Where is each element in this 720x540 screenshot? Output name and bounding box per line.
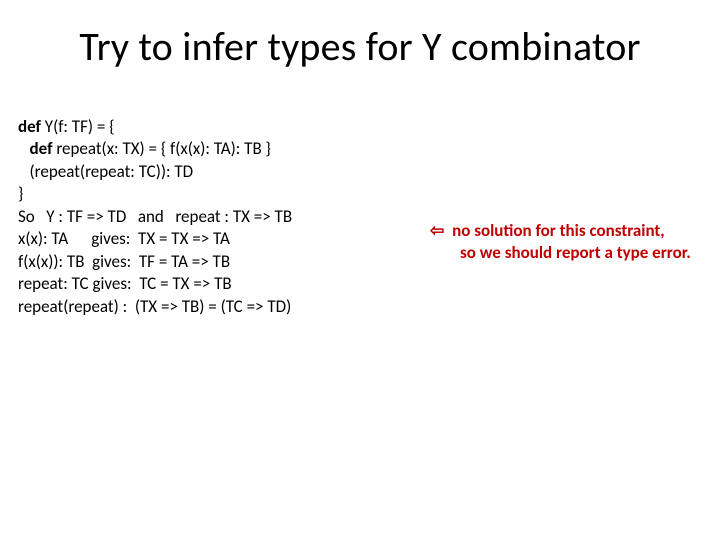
code-line-2: def repeat(x: TX) = { f(x(x): TA): TB } xyxy=(18,138,418,160)
slide-title: Try to infer types for Y combinator xyxy=(0,22,720,71)
code-text: repeat(x: TX) = { f(x(x): TA): TB } xyxy=(56,138,271,159)
code-line-3: (repeat(repeat: TC)): TD xyxy=(18,161,418,183)
code-text: Y(f: TF) = { xyxy=(45,116,115,137)
slide: Try to infer types for Y combinator def … xyxy=(0,0,720,540)
annotation-note: ⇦ no solution for this constraint, so we… xyxy=(430,220,710,265)
note-line-2: so we should report a type error. xyxy=(430,242,710,264)
code-line-4: } xyxy=(18,183,418,205)
keyword-def: def xyxy=(18,116,45,137)
code-line-7: f(x(x)): TB gives: TF = TA => TB xyxy=(18,251,418,273)
code-line-8: repeat: TC gives: TC = TX => TB xyxy=(18,273,418,295)
keyword-def: def xyxy=(18,138,56,159)
code-line-1: def Y(f: TF) = { xyxy=(18,116,418,138)
note-line-1: no solution for this constraint, xyxy=(448,220,664,241)
arrow-left-icon: ⇦ xyxy=(430,220,444,242)
code-line-5: So Y : TF => TD and repeat : TX => TB xyxy=(18,206,418,228)
code-block: def Y(f: TF) = { def repeat(x: TX) = { f… xyxy=(18,116,418,318)
code-line-9: repeat(repeat) : (TX => TB) = (TC => TD) xyxy=(18,296,418,318)
code-line-6: x(x): TA gives: TX = TX => TA xyxy=(18,228,418,250)
